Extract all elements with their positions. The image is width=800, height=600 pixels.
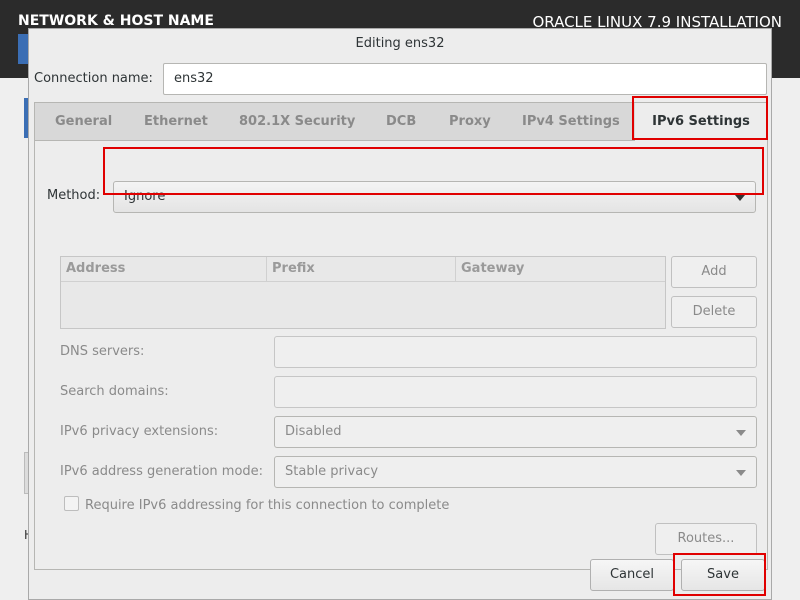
dialog-title: Editing ens32 xyxy=(355,36,445,51)
edit-connection-dialog: Editing ens32 Connection name: ens32 Gen… xyxy=(28,28,772,600)
search-domains-label: Search domains: xyxy=(60,384,169,399)
tab-dcb[interactable]: DCB xyxy=(386,103,416,141)
require-ipv6-checkbox[interactable] xyxy=(64,496,79,511)
privacy-extensions-dropdown[interactable]: Disabled xyxy=(274,416,757,448)
tab-proxy[interactable]: Proxy xyxy=(449,103,491,141)
tab-ipv6-settings[interactable]: IPv6 Settings xyxy=(635,103,767,141)
cancel-button[interactable]: Cancel xyxy=(590,559,674,591)
address-generation-mode-value: Stable privacy xyxy=(285,464,379,479)
dropdown-arrow-icon xyxy=(736,470,746,476)
dropdown-arrow-icon xyxy=(735,195,745,201)
tab-ipv4-settings[interactable]: IPv4 Settings xyxy=(522,103,620,141)
method-label: Method: xyxy=(47,188,101,203)
column-prefix: Prefix xyxy=(267,257,456,281)
routes-button[interactable]: Routes... xyxy=(655,523,757,555)
dns-servers-label: DNS servers: xyxy=(60,344,145,359)
dropdown-arrow-icon xyxy=(736,430,746,436)
save-button[interactable]: Save xyxy=(681,559,765,591)
dns-servers-input[interactable] xyxy=(274,336,757,368)
connection-name-label: Connection name: xyxy=(34,71,153,86)
address-generation-mode-label: IPv6 address generation mode: xyxy=(60,464,264,479)
method-value: Ignore xyxy=(124,189,166,204)
delete-address-button[interactable]: Delete xyxy=(671,296,757,328)
column-gateway: Gateway xyxy=(461,261,525,276)
add-address-button[interactable]: Add xyxy=(671,256,757,288)
privacy-extensions-label: IPv6 privacy extensions: xyxy=(60,424,219,439)
address-table[interactable]: Address Prefix Gateway xyxy=(60,256,666,329)
tab-ethernet[interactable]: Ethernet xyxy=(144,103,208,141)
settings-notebook: General Ethernet 802.1X Security DCB Pro… xyxy=(34,102,768,570)
tab-bar: General Ethernet 802.1X Security DCB Pro… xyxy=(35,103,767,141)
ipv6-settings-page: Method: Ignore Address Prefix Gateway Ad… xyxy=(35,141,767,569)
require-ipv6-row[interactable]: Require IPv6 addressing for this connect… xyxy=(64,496,449,513)
tab-general[interactable]: General xyxy=(55,103,112,141)
search-domains-input[interactable] xyxy=(274,376,757,408)
address-generation-mode-dropdown[interactable]: Stable privacy xyxy=(274,456,757,488)
tab-8021x-security[interactable]: 802.1X Security xyxy=(239,103,355,141)
installer-spoke-title: NETWORK & HOST NAME xyxy=(18,13,214,29)
address-table-header: Address Prefix Gateway xyxy=(61,257,665,282)
column-address: Address xyxy=(61,257,267,281)
method-dropdown[interactable]: Ignore xyxy=(113,181,756,213)
connection-name-input[interactable]: ens32 xyxy=(163,63,767,95)
privacy-extensions-value: Disabled xyxy=(285,424,342,439)
require-ipv6-label: Require IPv6 addressing for this connect… xyxy=(85,498,450,513)
